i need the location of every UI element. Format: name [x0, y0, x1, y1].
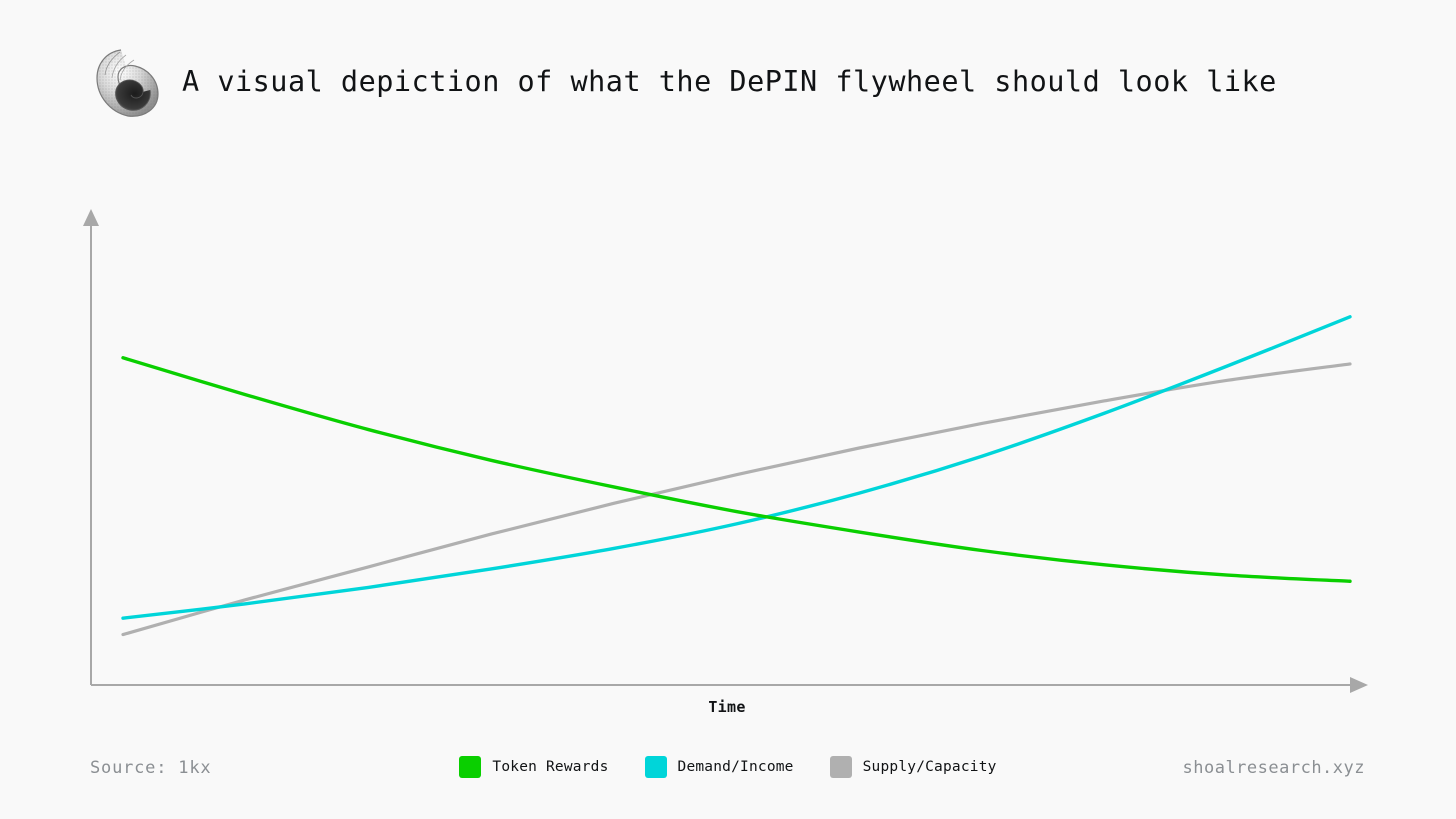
chart-axes	[83, 209, 1368, 693]
header: A visual depiction of what the DePIN fly…	[88, 44, 1277, 120]
legend-label-supply-capacity: Supply/Capacity	[862, 759, 997, 775]
legend-item-token-rewards[interactable]: Token Rewards	[459, 756, 608, 778]
chart-container: Time	[0, 0, 1456, 819]
source-credit: Source: 1kx	[90, 758, 212, 778]
series-line-demand-income	[121, 315, 1352, 620]
line-chart	[83, 209, 1368, 693]
legend-item-demand-income[interactable]: Demand/Income	[644, 756, 794, 778]
legend-label-token-rewards: Token Rewards	[492, 759, 609, 775]
page-title: A visual depiction of what the DePIN fly…	[182, 64, 1277, 98]
legend-swatch-supply-capacity	[829, 756, 852, 778]
series-line-supply-capacity	[121, 362, 1352, 637]
page-root: A visual depiction of what the DePIN fly…	[0, 0, 1456, 819]
y-axis-arrow-icon	[83, 209, 99, 226]
legend-label-demand-income: Demand/Income	[677, 759, 794, 775]
legend-item-supply-capacity[interactable]: Supply/Capacity	[829, 756, 997, 778]
x-axis-label: Time	[0, 698, 1456, 716]
chart-series	[121, 315, 1352, 637]
site-url[interactable]: shoalresearch.xyz	[1183, 758, 1366, 778]
legend-swatch-demand-income	[644, 756, 667, 778]
shell-logo-icon	[96, 49, 159, 117]
x-axis-arrow-icon	[1350, 677, 1368, 693]
x-axis-label-text: Time	[708, 698, 746, 716]
legend-swatch-token-rewards	[459, 756, 482, 778]
series-line-token-rewards	[121, 356, 1352, 583]
